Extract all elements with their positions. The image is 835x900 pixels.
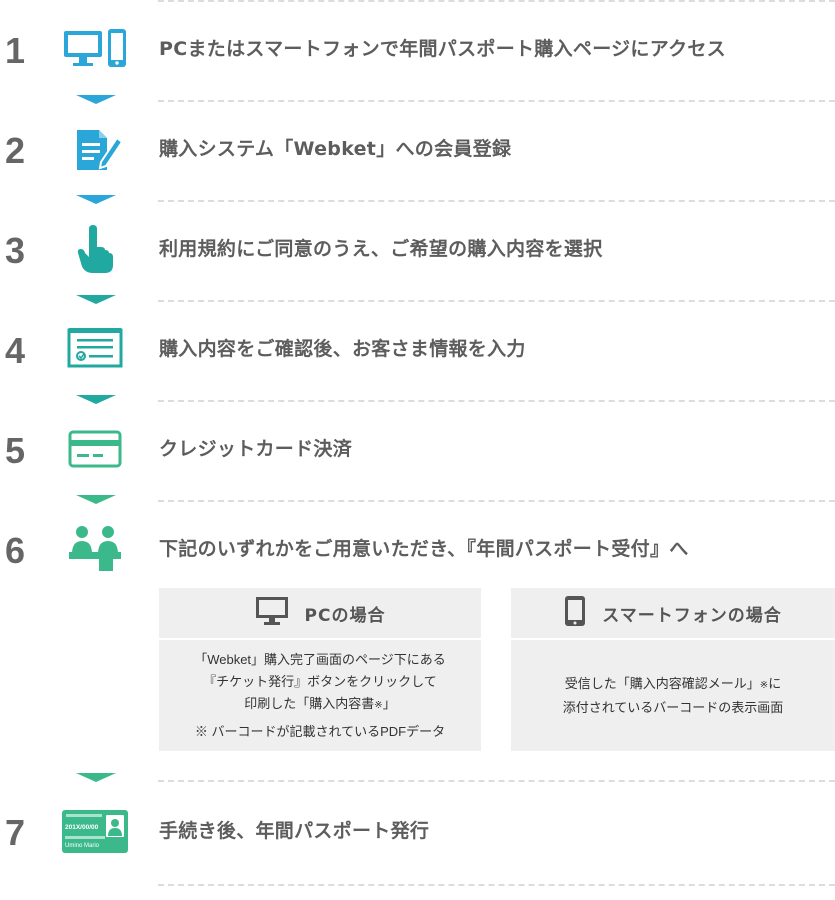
footnote-mark: ※	[759, 679, 769, 691]
smartphone-option-line: 添付されているバーコードの表示画面	[562, 699, 784, 715]
divider	[158, 100, 835, 102]
credit-card-icon	[62, 428, 128, 470]
step-4-number: 4	[4, 330, 26, 371]
step-5-title: クレジットカード決済	[159, 438, 353, 460]
step-6-title: 下記のいずれかをご用意いただき、『年間パスポート受付』へ	[159, 538, 689, 560]
pc-option-body: 「Webket」購入完了画面のページ下にある 『チケット発行』ボタンをクリックし…	[159, 640, 481, 751]
smartphone-option-line-end: に	[768, 675, 782, 691]
pc-option-title: PCの場合	[304, 605, 386, 626]
divider	[158, 500, 835, 502]
annual-pass-card-icon: 201X/00/00 Umino Mario	[62, 808, 128, 854]
step-2-title: 購入システム「Webket」への会員登録	[159, 138, 512, 160]
divider	[158, 780, 835, 782]
document-edit-icon	[62, 127, 128, 173]
step-7-number: 7	[4, 812, 26, 853]
step-5-number: 5	[4, 430, 26, 471]
form-checklist-icon	[62, 327, 128, 369]
step-1-title: PCまたはスマートフォンで年間パスポート購入ページにアクセス	[159, 38, 726, 60]
step-3-number: 3	[4, 230, 26, 271]
pass-card-name: Umino Mario	[65, 842, 100, 849]
divider	[158, 0, 835, 2]
pc-option-box: PCの場合 「Webket」購入完了画面のページ下にある 『チケット発行』ボタン…	[159, 588, 481, 751]
step-1-number: 1	[4, 30, 26, 71]
pc-option-line: 「Webket」購入完了画面のページ下にある	[194, 651, 446, 667]
smartphone-option-title: スマートフォンの場合	[602, 605, 782, 626]
step-3-title: 利用規約にご同意のうえ、ご希望の購入内容を選択	[159, 238, 603, 260]
pc-option-line: 『チケット発行』ボタンをクリックして	[203, 673, 437, 689]
monitor-icon	[255, 596, 289, 630]
step-arrow	[76, 95, 116, 104]
smartphone-option-line: 受信した「購入内容確認メール」	[564, 675, 760, 691]
step-2-number: 2	[4, 130, 26, 171]
smartphone-option-header: スマートフォンの場合	[511, 588, 835, 640]
pass-card-date: 201X/00/00	[65, 823, 99, 831]
reception-people-icon	[62, 523, 128, 573]
step-4-title: 購入内容をご確認後、お客さま情報を入力	[159, 338, 526, 360]
pc-option-note: ※ バーコードが記載されているPDFデータ	[194, 723, 446, 739]
pointing-hand-icon	[62, 225, 128, 275]
smartphone-option-body: 受信した「購入内容確認メール」※に 添付されているバーコードの表示画面	[511, 640, 835, 751]
divider	[158, 400, 835, 402]
step-arrow	[76, 395, 116, 404]
footnote-mark: ※	[374, 699, 383, 711]
step-arrow	[76, 495, 116, 504]
smartphone-icon	[564, 595, 586, 631]
pc-option-header: PCの場合	[159, 588, 481, 640]
step-arrow	[76, 773, 116, 782]
devices-icon	[62, 27, 128, 73]
step-arrow	[76, 295, 116, 304]
divider	[158, 200, 835, 202]
pc-option-line: 印刷した「購入内容書	[244, 695, 375, 711]
step-6-number: 6	[4, 530, 26, 571]
step-7-title: 手続き後、年間パスポート発行	[159, 820, 430, 842]
divider	[158, 300, 835, 302]
pc-option-line-end: 」	[382, 695, 396, 711]
smartphone-option-box: スマートフォンの場合 受信した「購入内容確認メール」※に 添付されているバーコー…	[511, 588, 835, 751]
step-arrow	[76, 195, 116, 204]
divider	[158, 884, 835, 886]
